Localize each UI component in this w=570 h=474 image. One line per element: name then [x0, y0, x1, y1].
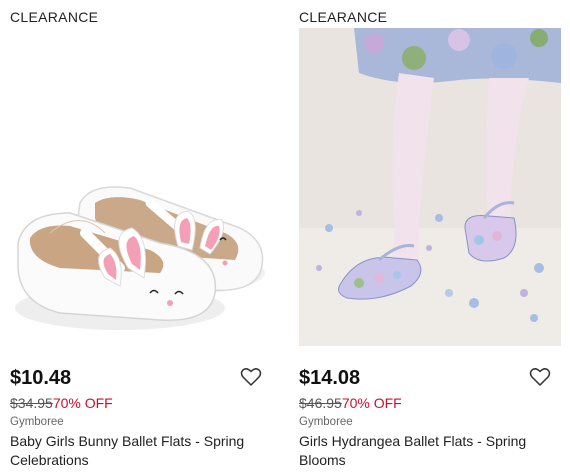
product-image[interactable] [10, 28, 272, 346]
sale-price: $14.08 [299, 367, 361, 389]
sale-price: $10.48 [10, 367, 72, 389]
clearance-badge: CLEARANCE [10, 9, 99, 25]
discount-label: 70% OFF [341, 395, 402, 411]
heart-outline-icon[interactable] [529, 367, 551, 387]
product-title-link[interactable]: Baby Girls Bunny Ballet Flats - Spring C… [10, 432, 272, 470]
discount-label: 70% OFF [52, 395, 113, 411]
product-title-link[interactable]: Girls Hydrangea Ballet Flats - Spring Bl… [299, 432, 561, 470]
clearance-badge: CLEARANCE [299, 9, 388, 25]
pricing-row: $34.9570% OFF [10, 395, 113, 411]
brand-name: Gymboree [10, 416, 64, 428]
original-price: $34.95 [10, 395, 53, 411]
pricing-row: $46.9570% OFF [299, 395, 402, 411]
heart-outline-icon[interactable] [240, 367, 262, 387]
product-image[interactable] [299, 28, 561, 346]
brand-name: Gymboree [299, 416, 353, 428]
original-price: $46.95 [299, 395, 342, 411]
